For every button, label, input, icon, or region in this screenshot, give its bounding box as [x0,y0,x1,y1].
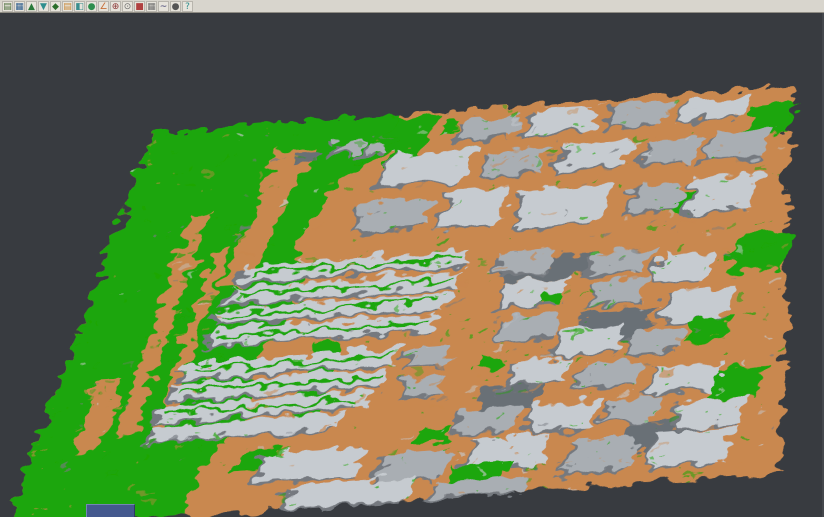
terrain-icon[interactable]: ◆ [50,1,61,12]
globe-icon[interactable]: ● [86,1,97,12]
save-icon[interactable]: ▦ [14,1,25,12]
export-icon[interactable]: ▼ [38,1,49,12]
crop-icon[interactable]: ■ [134,1,145,12]
layers-icon[interactable]: ▤ [62,1,73,12]
partial-window-fragment[interactable] [86,504,135,517]
grid-icon[interactable]: ▦ [146,1,157,12]
measure-icon[interactable]: ∠ [98,1,109,12]
point-cloud-scene[interactable] [0,13,824,517]
target-icon[interactable]: ⊙ [122,1,133,12]
toolbar: ▤▦▲▼◆▤◧●∠⊕⊙■▦~●? [0,0,824,13]
profile-icon[interactable]: ~ [158,1,169,12]
scene-layer [4,76,824,517]
snapshot-icon[interactable]: ● [170,1,181,12]
settings-icon[interactable]: ⊕ [110,1,121,12]
import-icon[interactable]: ▲ [26,1,37,12]
viewport-3d[interactable] [0,13,824,517]
help-icon[interactable]: ? [182,1,193,12]
open-icon[interactable]: ▤ [2,1,13,12]
palette-icon[interactable]: ◧ [74,1,85,12]
